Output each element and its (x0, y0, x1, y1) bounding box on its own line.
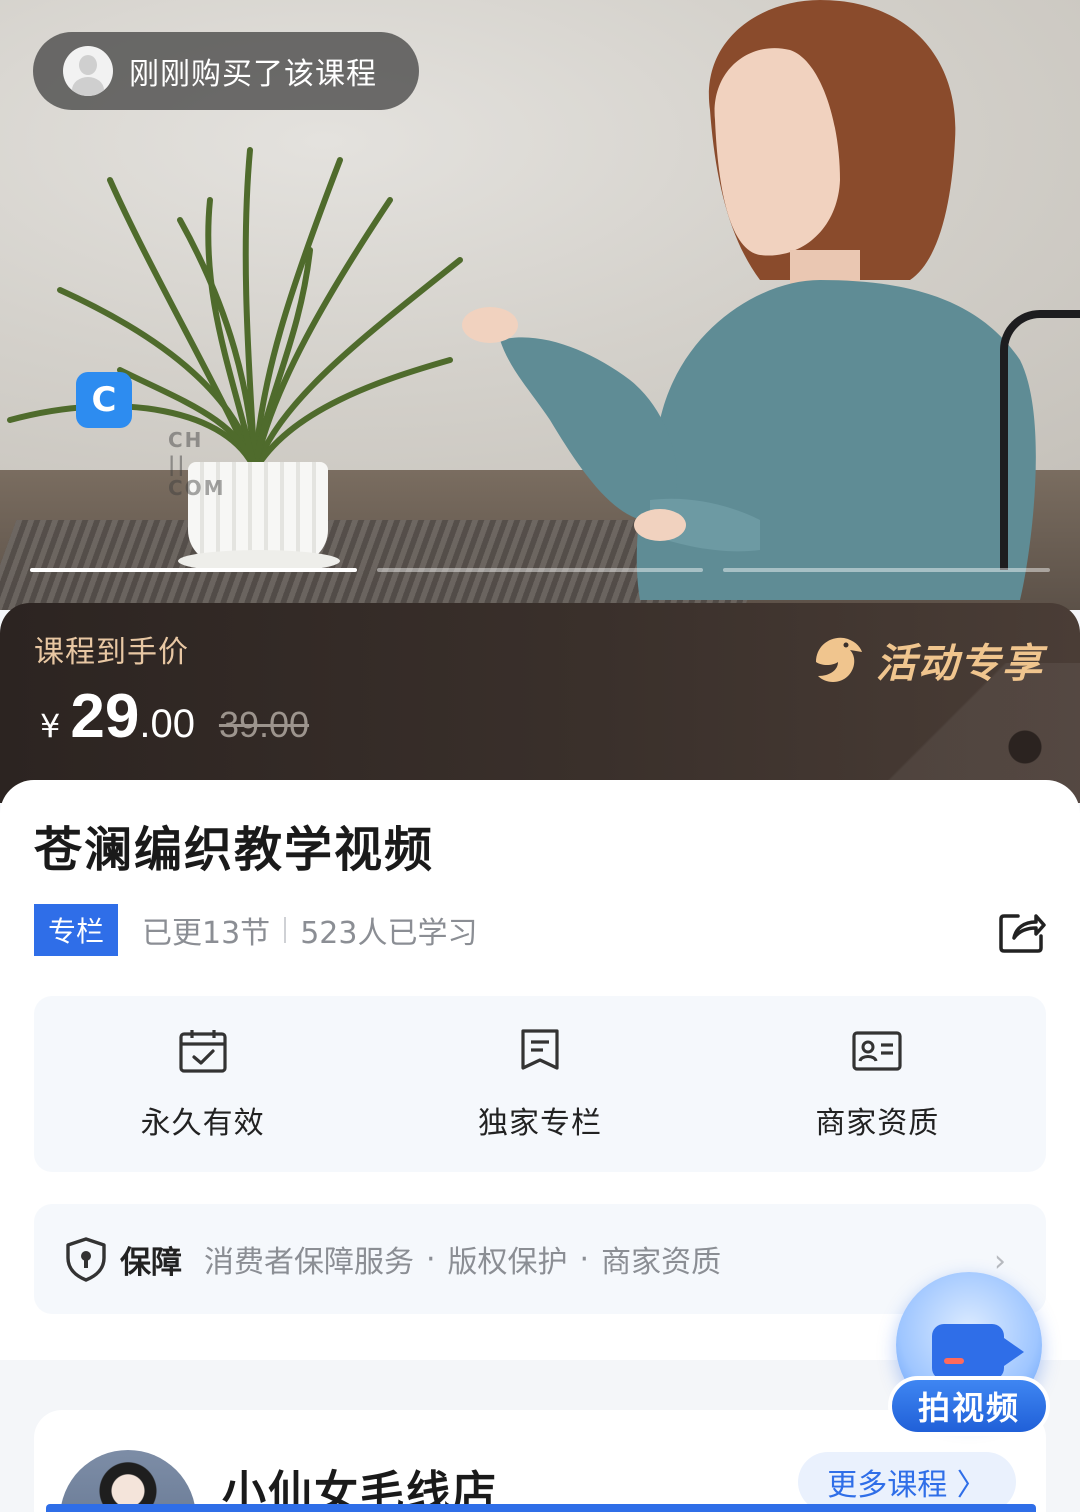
original-price: 39.00 (218, 704, 310, 745)
purchase-toast-text: 刚刚购买了该课程 (129, 57, 377, 92)
promo-text: 活动专享 (876, 641, 1044, 687)
currency-symbol: ¥ (40, 707, 61, 745)
course-title: 苍澜编织教学视频 (34, 822, 435, 878)
carousel-indicators (30, 568, 1051, 572)
guarantee-item-consumer: 消费者保障服务 (204, 1245, 414, 1280)
calendar-check-icon (179, 1030, 227, 1073)
price-label: 课程到手价 (34, 635, 189, 670)
guarantee-separator: · (579, 1241, 590, 1277)
shop-avatar[interactable] (60, 1450, 196, 1512)
feature-exclusive[interactable]: 独家专栏 (371, 996, 708, 1172)
record-video-button[interactable]: 拍视频 (884, 1262, 1054, 1442)
guarantee-title: 保障 (120, 1244, 182, 1281)
bookmark-doc-icon (521, 1029, 559, 1070)
carousel-indicator-1[interactable] (30, 568, 357, 572)
more-courses-button[interactable]: 更多课程 〉 (798, 1452, 1016, 1512)
purchase-toast: 刚刚购买了该课程 (33, 32, 419, 110)
carousel-indicator-2[interactable] (376, 568, 704, 572)
watermark-logo-icon: C (76, 372, 132, 428)
hero-banner[interactable]: 刚刚购买了该课程 C CH || COM (0, 0, 1080, 610)
plant-illustration (7, 147, 463, 473)
shop-card-accent (46, 1504, 1036, 1512)
watermark-url: CH || COM (168, 428, 226, 500)
promo-bird-icon (816, 637, 862, 682)
record-video-label: 拍视频 (888, 1376, 1050, 1436)
shield-icon (66, 1237, 106, 1282)
course-meta: 专栏 已更13节 523人已学习 (34, 904, 477, 956)
feature-merchant[interactable]: 商家资质 (709, 996, 1046, 1172)
promo-badge: 活动专享 (810, 631, 1044, 689)
video-camera-icon (932, 1324, 1024, 1380)
guarantee-separator: · (426, 1241, 436, 1277)
feature-merchant-label: 商家资质 (815, 1106, 940, 1141)
buyer-avatar (63, 46, 113, 96)
column-tag: 专栏 (34, 904, 118, 956)
updated-count: 已更13节 (142, 916, 271, 951)
share-icon[interactable] (998, 908, 1046, 954)
price-row: ¥ 29 .00 39.00 (40, 681, 309, 752)
learner-count: 523人已学习 (300, 916, 478, 951)
carousel-indicator-3[interactable] (723, 568, 1051, 572)
meta-divider (284, 917, 287, 943)
guarantee-item-copyright: 版权保护 (447, 1245, 568, 1280)
id-card-icon (852, 1031, 902, 1071)
feature-panel: 永久有效 独家专栏 商家资质 (34, 996, 1046, 1172)
person-illustration (462, 0, 1036, 600)
price-integer: 29 (70, 682, 140, 751)
feature-lifetime[interactable]: 永久有效 (34, 996, 371, 1172)
guarantee-item-merchant: 商家资质 (601, 1245, 722, 1280)
price-banner: 课程到手价 ¥ 29 .00 39.00 活动专享 (0, 603, 1080, 803)
watermark: C CH || COM (76, 372, 224, 500)
chair-back (1000, 310, 1080, 570)
price-decimal: .00 (139, 702, 195, 746)
feature-exclusive-label: 独家专栏 (477, 1106, 602, 1141)
feature-lifetime-label: 永久有效 (140, 1106, 265, 1141)
